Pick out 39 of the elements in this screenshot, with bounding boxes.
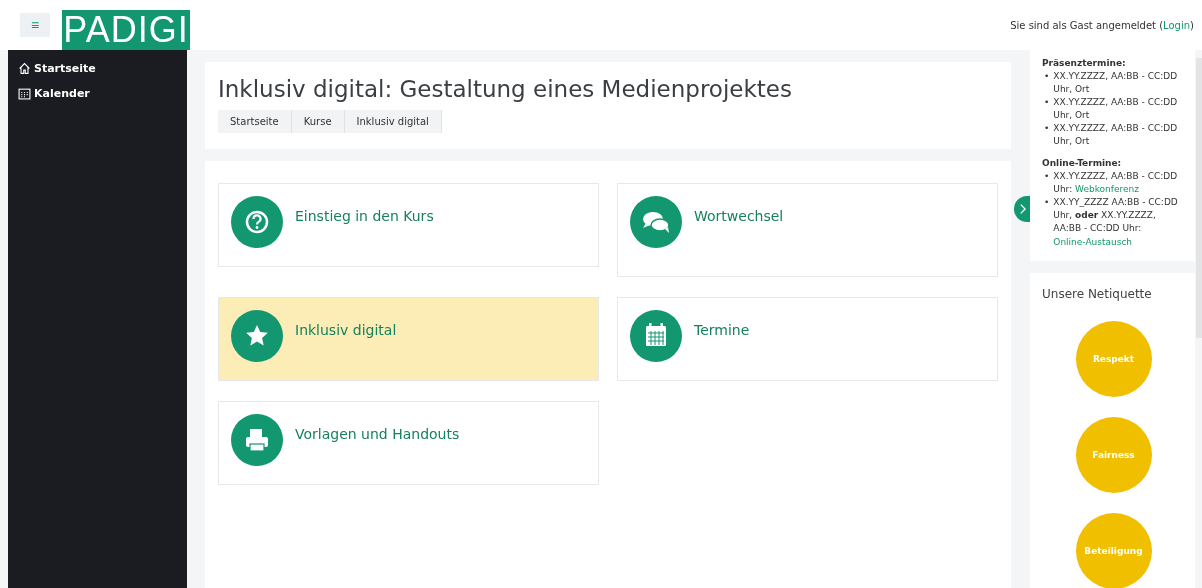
bullet: • bbox=[1044, 96, 1050, 110]
breadcrumb-item[interactable]: Startseite bbox=[218, 110, 292, 133]
page-title: Inklusiv digital: Gestaltung eines Medienprojektes bbox=[218, 76, 793, 102]
breadcrumb-item[interactable]: Kurse bbox=[291, 110, 345, 133]
course-tile[interactable]: Einstieg in den Kurs bbox=[218, 183, 599, 267]
course-tile[interactable]: Inklusiv digital bbox=[218, 297, 599, 381]
netiquette-heading: Unsere Netiquette bbox=[1042, 286, 1152, 301]
chat-icon bbox=[630, 196, 682, 248]
netiquette-value: Respekt bbox=[1075, 320, 1152, 397]
netiquette-value: Fairness bbox=[1075, 416, 1152, 493]
question-icon bbox=[231, 196, 283, 248]
breadcrumb-item[interactable]: Inklusiv digital bbox=[344, 110, 442, 133]
section-heading: Online-Termine: bbox=[1042, 158, 1123, 169]
date-link[interactable]: Webkonferenz bbox=[1075, 184, 1139, 195]
date-entry: XX.YY.ZZZZ, AA:BB - CC:DD Uhr: Webkonferenz bbox=[1053, 170, 1179, 197]
bullet: • bbox=[1044, 70, 1050, 83]
sidebar-item[interactable]: Kalender bbox=[18, 87, 177, 100]
sidebar-item[interactable]: Startseite bbox=[18, 62, 177, 75]
calendar-icon bbox=[630, 310, 682, 362]
login-notice: Sie sind als Gast angemeldet (Login) bbox=[1010, 19, 1194, 31]
course-tile[interactable]: Wortwechsel bbox=[617, 183, 998, 277]
course-tile[interactable]: Termine bbox=[617, 297, 998, 381]
date-entry: XX.YY.ZZZZ, AA:BB - CC:DD Uhr, Ort bbox=[1053, 96, 1179, 123]
collapse-button[interactable] bbox=[1014, 196, 1030, 222]
home-icon bbox=[18, 62, 31, 75]
bullet: • bbox=[1044, 196, 1050, 210]
section-heading: Präsenztermine: bbox=[1042, 58, 1127, 68]
menu-button[interactable]: ≡ bbox=[20, 13, 50, 37]
date-entry: XX.YY.ZZZZ, AA:BB - CC:DD Uhr, Ort bbox=[1053, 122, 1179, 149]
bullet: • bbox=[1044, 170, 1050, 184]
date-link[interactable]: Online-Austausch bbox=[1053, 236, 1133, 247]
date-entry: XX.YY.ZZZZ, AA:BB - CC:DD Uhr, Ort bbox=[1053, 70, 1179, 97]
bullet: • bbox=[1044, 122, 1050, 136]
logo[interactable]: PADIGI bbox=[62, 10, 190, 50]
netiquette-value: Beteiligung bbox=[1075, 512, 1152, 588]
course-tile[interactable]: Vorlagen und Handouts bbox=[218, 401, 599, 485]
calendar-icon bbox=[18, 87, 31, 100]
date-entry: XX.YY_ZZZZ AA:BB - CC:DD Uhr, oder XX.YY.ZZZZ, AA:BB - CC:DD Uhr: Online-Austausch bbox=[1053, 196, 1179, 249]
printer-icon bbox=[231, 414, 283, 466]
